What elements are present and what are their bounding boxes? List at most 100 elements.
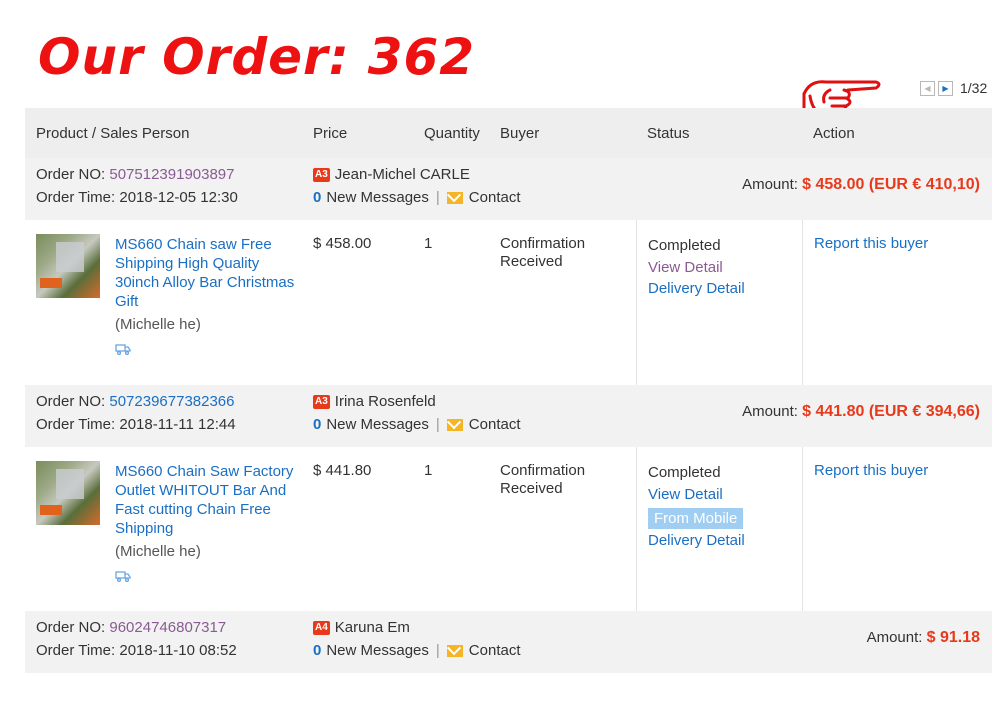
new-messages-link[interactable]: New Messages — [326, 416, 429, 433]
envelope-icon — [446, 418, 463, 431]
amount-label: Amount: — [742, 176, 798, 193]
messages-line: 0 New Messages | Contact — [313, 189, 521, 206]
divider — [636, 220, 637, 385]
order-count-banner: Our Order: 362 — [38, 28, 475, 86]
col-buyer: Buyer — [500, 125, 540, 142]
order-time-label: Order Time: — [36, 642, 116, 659]
order-number-line: Order NO: 96024746807317 — [36, 619, 226, 636]
new-messages-link[interactable]: New Messages — [326, 642, 429, 659]
order-no-label: Order NO: — [36, 166, 106, 183]
col-status: Status — [647, 125, 690, 142]
sales-person: (Michelle he) — [115, 316, 201, 333]
order-item-row: MS660 Chain saw Free Shipping High Quali… — [25, 220, 992, 385]
view-detail-link[interactable]: View Detail — [648, 484, 745, 506]
amount-label: Amount: — [742, 403, 798, 420]
order-time-label: Order Time: — [36, 189, 116, 206]
buyer-name: Jean-Michel CARLE — [334, 166, 470, 183]
message-count[interactable]: 0 — [313, 416, 321, 433]
delivery-detail-link[interactable]: Delivery Detail — [648, 279, 745, 298]
item-price: $ 458.00 — [313, 235, 372, 252]
truck-icon — [115, 571, 131, 582]
separator: | — [435, 189, 440, 206]
amount-label: Amount: — [866, 629, 923, 646]
envelope-icon — [446, 191, 463, 204]
order-time: 2018-11-11 12:44 — [119, 416, 236, 433]
contact-link[interactable]: Contact — [469, 189, 521, 206]
message-count[interactable]: 0 — [313, 642, 321, 659]
page-indicator: 1/32 — [960, 80, 988, 96]
new-messages-link[interactable]: New Messages — [326, 189, 429, 206]
order-status: Completed — [648, 464, 721, 481]
order-number-link[interactable]: 507239677382366 — [109, 393, 234, 410]
divider — [802, 447, 803, 611]
divider — [636, 447, 637, 611]
item-quantity: 1 — [424, 462, 433, 479]
order-amount: Amount: $ 441.80 (EUR € 394,66) — [742, 403, 980, 421]
contact-link[interactable]: Contact — [469, 416, 521, 433]
order-time-line: Order Time: 2018-11-10 08:52 — [36, 642, 237, 659]
separator: | — [435, 416, 440, 433]
order-status: Completed — [648, 237, 721, 254]
buyer-level-badge: A3 — [313, 394, 330, 409]
amount-value: $ 91.18 — [926, 629, 980, 646]
order-item-row: MS660 Chain Saw Factory Outlet WHITOUT B… — [25, 447, 992, 611]
banner-number: 362 — [367, 28, 476, 86]
buyer-line: A3 Irina Rosenfeld — [313, 393, 436, 410]
product-thumbnail[interactable] — [36, 234, 100, 298]
product-title-link[interactable]: MS660 Chain Saw Factory Outlet WHITOUT B… — [115, 462, 305, 538]
buyer-name: Irina Rosenfeld — [334, 393, 436, 410]
banner-title: Our Order: — [38, 28, 350, 86]
order-no-label: Order NO: — [36, 393, 106, 410]
divider — [802, 220, 803, 385]
buyer-line: A4 Karuna Em — [313, 619, 410, 636]
item-price: $ 441.80 — [313, 462, 372, 479]
status-cell: Completed View Detail Delivery Detail — [648, 235, 745, 298]
order-amount: Amount: $ 91.18 — [867, 629, 980, 647]
order-time-line: Order Time: 2018-12-05 12:30 — [36, 189, 238, 206]
separator: | — [435, 642, 440, 659]
contact-link[interactable]: Contact — [469, 642, 521, 659]
prev-page-button[interactable]: ◀ — [920, 80, 935, 96]
col-action: Action — [813, 125, 855, 142]
order-number-line: Order NO: 507512391903897 — [36, 166, 235, 183]
messages-line: 0 New Messages | Contact — [313, 642, 521, 659]
message-count[interactable]: 0 — [313, 189, 321, 206]
order-number-link[interactable]: 507512391903897 — [109, 166, 234, 183]
order-number-link[interactable]: 96024746807317 — [109, 619, 226, 636]
order-header: Order NO: 507239677382366 Order Time: 20… — [25, 385, 992, 447]
envelope-icon — [446, 644, 463, 657]
buyer-status: Confirmation Received — [500, 462, 586, 497]
order-time: 2018-11-10 08:52 — [119, 642, 237, 659]
col-product: Product / Sales Person — [36, 125, 190, 142]
buyer-line: A3 Jean-Michel CARLE — [313, 166, 470, 183]
order-no-label: Order NO: — [36, 619, 106, 636]
truck-icon — [115, 344, 131, 355]
table-header: Product / Sales Person Price Quantity Bu… — [25, 108, 992, 158]
product-thumbnail[interactable] — [36, 461, 100, 525]
col-quantity: Quantity — [424, 125, 480, 142]
item-quantity: 1 — [424, 235, 433, 252]
order-time: 2018-12-05 12:30 — [119, 189, 238, 206]
buyer-level-badge: A4 — [313, 620, 330, 635]
pagination: ◀ ▶ 1/32 — [920, 80, 987, 96]
col-price: Price — [313, 125, 348, 142]
order-amount: Amount: $ 458.00 (EUR € 410,10) — [742, 176, 980, 194]
amount-value: $ 441.80 (EUR € 394,66) — [802, 403, 980, 420]
status-cell: Completed View Detail From Mobile Delive… — [648, 462, 745, 550]
report-buyer-link[interactable]: Report this buyer — [814, 235, 928, 252]
delivery-detail-link[interactable]: Delivery Detail — [648, 531, 745, 550]
from-mobile-badge: From Mobile — [648, 508, 744, 529]
view-detail-link[interactable]: View Detail — [648, 257, 745, 279]
order-header: Order NO: 96024746807317 Order Time: 201… — [25, 611, 992, 673]
order-time-label: Order Time: — [36, 416, 116, 433]
order-time-line: Order Time: 2018-11-11 12:44 — [36, 416, 236, 433]
next-page-button[interactable]: ▶ — [938, 80, 953, 96]
order-number-line: Order NO: 507239677382366 — [36, 393, 235, 410]
order-header: Order NO: 507512391903897 Order Time: 20… — [25, 158, 992, 220]
amount-value: $ 458.00 (EUR € 410,10) — [802, 176, 980, 193]
product-title-link[interactable]: MS660 Chain saw Free Shipping High Quali… — [115, 235, 305, 311]
messages-line: 0 New Messages | Contact — [313, 416, 521, 433]
buyer-level-badge: A3 — [313, 167, 330, 182]
report-buyer-link[interactable]: Report this buyer — [814, 462, 928, 479]
buyer-name: Karuna Em — [334, 619, 410, 636]
